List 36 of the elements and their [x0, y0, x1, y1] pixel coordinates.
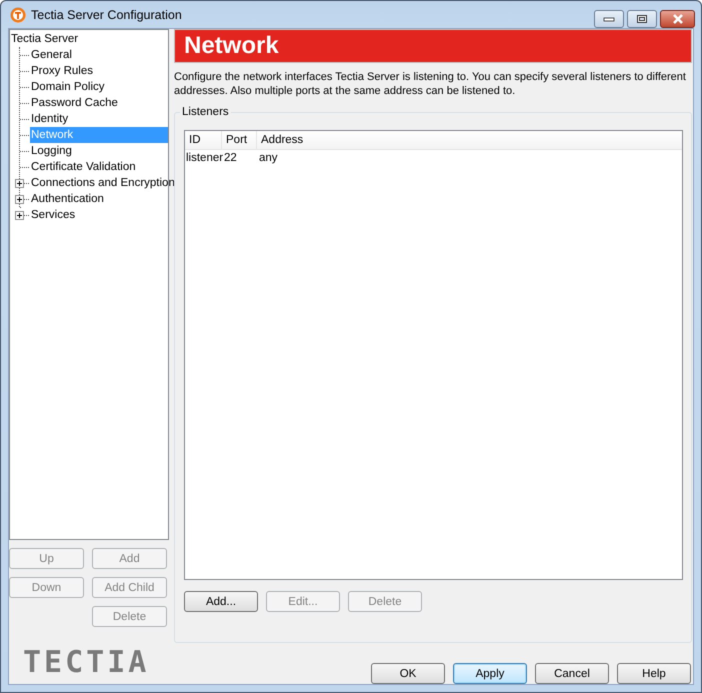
maximize-icon	[636, 14, 648, 24]
button[interactable]: Cancel	[535, 663, 609, 684]
button[interactable]: Help	[617, 663, 691, 684]
column-header[interactable]: Port	[222, 131, 257, 149]
tree-item[interactable]: Proxy Rules	[30, 63, 94, 79]
button[interactable]: Add...	[184, 591, 258, 612]
close-button[interactable]	[660, 10, 695, 28]
logo: TECTIA	[23, 647, 150, 679]
maximize-button[interactable]	[627, 10, 657, 28]
tree-item[interactable]: Authentication	[30, 191, 105, 207]
window-title: Tectia Server Configuration	[31, 8, 182, 22]
expand-icon[interactable]	[15, 211, 24, 220]
button[interactable]: OK	[371, 663, 445, 684]
tree-item[interactable]: Identity	[30, 111, 70, 127]
expand-icon[interactable]	[15, 179, 24, 188]
tree-item[interactable]: General	[30, 47, 73, 63]
tree-item[interactable]: Connections and Encryption	[30, 175, 176, 191]
table-cell-text: any	[259, 151, 279, 166]
column-header[interactable]: ID	[185, 131, 222, 149]
tree-item[interactable]: Logging	[30, 143, 73, 159]
table-cell-text: 22	[224, 151, 238, 166]
tree-item[interactable]: Tectia Server	[10, 31, 80, 47]
button[interactable]: Apply	[453, 663, 527, 684]
tree-item[interactable]: Domain Policy	[30, 79, 106, 95]
description-text: Configure the network interfaces Tectia Server is listening to. You can specify several listeners to different addresses. Also multiple ports at the same address can be listened to.	[174, 70, 687, 98]
tree-item[interactable]: Services	[30, 207, 76, 223]
page-heading: Network	[174, 29, 692, 63]
app-icon	[10, 6, 26, 22]
minimize-icon	[603, 16, 615, 22]
column-header[interactable]: Address	[257, 131, 682, 149]
close-icon	[670, 14, 684, 24]
minimize-button[interactable]	[594, 10, 624, 28]
table-cell-text: listener	[185, 151, 224, 166]
expand-icon[interactable]	[15, 195, 24, 204]
tree-item[interactable]: Certificate Validation	[30, 159, 137, 175]
tree-item[interactable]: Password Cache	[30, 95, 119, 111]
